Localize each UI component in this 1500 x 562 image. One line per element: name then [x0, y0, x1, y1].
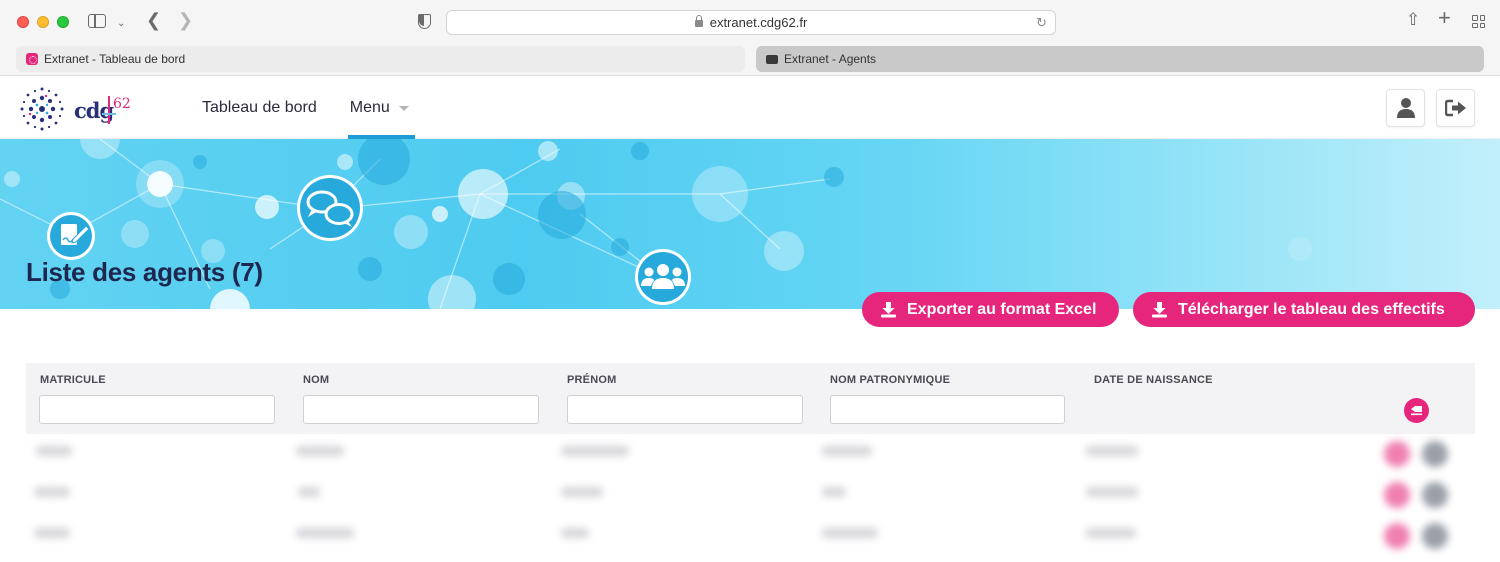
view-agent-button[interactable]: [1384, 441, 1410, 467]
reset-filters-button[interactable]: [1404, 398, 1429, 423]
table-cell-redacted: [1086, 446, 1138, 456]
table-row[interactable]: [26, 516, 1475, 557]
logout-button[interactable]: [1436, 89, 1475, 127]
agent-options-button[interactable]: [1422, 441, 1448, 467]
chevron-down-icon[interactable]: ⌄: [117, 16, 125, 32]
minimize-window-button[interactable]: [37, 16, 49, 28]
nav-item-label: Menu: [349, 98, 390, 116]
page-banner: Liste des agents (7): [0, 139, 1500, 309]
eraser-icon: [1411, 406, 1422, 416]
url-text: extranet.cdg62.fr: [709, 15, 808, 30]
share-icon[interactable]: ⇧: [1406, 11, 1420, 28]
maximize-window-button[interactable]: [57, 16, 69, 28]
column-header-nom-patronymique[interactable]: NOM PATRONYMIQUE: [830, 374, 950, 386]
matricule-filter-input[interactable]: [39, 395, 275, 424]
nav-item-label: Tableau de bord: [202, 98, 317, 116]
document-edit-icon: [47, 212, 95, 260]
logo-dots-icon: [20, 87, 64, 131]
nav-item-menu[interactable]: Menu: [347, 76, 415, 139]
privacy-shield-icon[interactable]: [418, 14, 431, 29]
agent-options-button[interactable]: [1422, 482, 1448, 508]
tab-overview-icon[interactable]: [1472, 15, 1485, 28]
tab-label: Extranet - Tableau de bord: [44, 52, 186, 66]
view-agent-button[interactable]: [1384, 523, 1410, 549]
table-cell-redacted: [561, 487, 603, 497]
forward-icon[interactable]: ❯: [178, 11, 193, 29]
download-effectifs-label: Télécharger le tableau des effectifs: [1178, 300, 1445, 318]
user-account-button[interactable]: [1386, 89, 1425, 127]
table-row[interactable]: [26, 475, 1475, 516]
window-controls: [17, 16, 69, 28]
download-icon: [881, 302, 896, 318]
download-effectifs-button[interactable]: Télécharger le tableau des effectifs: [1133, 292, 1475, 327]
table-cell-redacted: [561, 528, 589, 538]
close-window-button[interactable]: [17, 16, 29, 28]
browser-toolbar: ⌄ ❮ ❯ extranet.cdg62.fr ↻ ⇧ +: [0, 0, 1500, 44]
logout-icon: [1444, 99, 1466, 117]
column-header-nom[interactable]: NOM: [303, 374, 329, 386]
chat-bubbles-icon: [297, 175, 363, 241]
nom-patronymique-filter-input[interactable]: [830, 395, 1065, 424]
agent-options-button[interactable]: [1422, 523, 1448, 549]
table-cell-redacted: [1086, 528, 1136, 538]
address-bar[interactable]: extranet.cdg62.fr ↻: [446, 10, 1056, 35]
export-excel-label: Exporter au format Excel: [907, 300, 1097, 318]
main-navigation: Tableau de bord Menu: [202, 76, 442, 139]
caret-down-icon: [398, 106, 409, 111]
table-cell-redacted: [36, 446, 72, 456]
column-header-matricule[interactable]: MATRICULE: [40, 374, 106, 386]
logo-mark: [108, 96, 110, 124]
nav-item-dashboard[interactable]: Tableau de bord: [202, 76, 317, 139]
sidebar-toggle-icon[interactable]: [88, 14, 106, 28]
nom-filter-input[interactable]: [303, 395, 539, 424]
table-cell-redacted: [34, 487, 70, 497]
page-title: Liste des agents (7): [26, 257, 263, 287]
table-cell-redacted: [34, 528, 70, 538]
view-agent-button[interactable]: [1384, 482, 1410, 508]
table-cell-redacted: [296, 446, 344, 456]
table-cell-redacted: [298, 487, 320, 497]
logo-mark: [102, 113, 116, 115]
table-row[interactable]: [26, 434, 1475, 475]
export-excel-button[interactable]: Exporter au format Excel: [862, 292, 1119, 327]
logo-number: 62: [113, 96, 131, 112]
table-cell-redacted: [822, 487, 846, 497]
download-icon: [1152, 302, 1167, 318]
table-filter-header: MATRICULE NOM PRÉNOM NOM PATRONYMIQUE DA…: [26, 363, 1475, 434]
table-cell-redacted: [822, 446, 872, 456]
table-cell-redacted: [1086, 487, 1138, 497]
new-tab-icon[interactable]: +: [1438, 7, 1451, 29]
column-header-date-naissance[interactable]: DATE DE NAISSANCE: [1094, 374, 1213, 386]
tab-label: Extranet - Agents: [784, 52, 877, 66]
prenom-filter-input[interactable]: [567, 395, 803, 424]
site-favicon-icon: [766, 54, 778, 64]
browser-tab-dashboard[interactable]: Extranet - Tableau de bord: [16, 46, 745, 72]
cdg62-logo[interactable]: cdg 62: [16, 84, 136, 134]
column-header-prenom[interactable]: PRÉNOM: [567, 374, 616, 386]
lock-icon: [694, 15, 703, 27]
browser-tab-bar: Extranet - Tableau de bord Extranet - Ag…: [0, 44, 1500, 76]
user-icon: [1396, 98, 1415, 118]
table-cell-redacted: [561, 446, 629, 456]
users-group-icon: [635, 249, 691, 305]
site-favicon-icon: [26, 53, 38, 65]
back-icon[interactable]: ❮: [146, 11, 161, 29]
site-header: cdg 62 Tableau de bord Menu: [0, 76, 1500, 139]
table-cell-redacted: [296, 528, 354, 538]
table-cell-redacted: [822, 528, 878, 538]
browser-tab-agents[interactable]: Extranet - Agents: [756, 46, 1484, 72]
reload-icon[interactable]: ↻: [1036, 15, 1047, 31]
